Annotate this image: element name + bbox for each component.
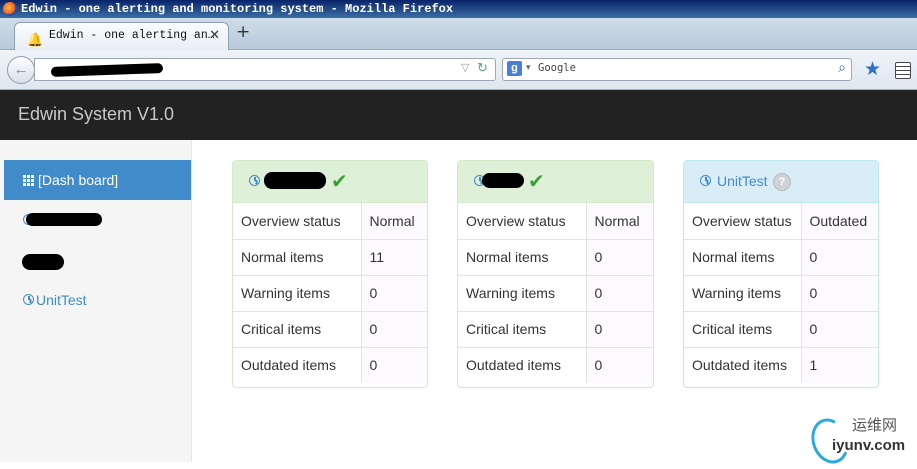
- table-row: Normal items 0: [458, 238, 653, 275]
- navigation-bar: ← ▽ ↻ g ▾ Google ⌕: [0, 50, 917, 90]
- redacted-title[interactable]: [264, 172, 326, 189]
- table-row: Warning items 0: [684, 274, 878, 311]
- window-title: Edwin - one alerting and monitoring syst…: [21, 2, 454, 16]
- row-label: Critical items: [458, 310, 587, 347]
- row-value: 0: [586, 310, 653, 347]
- question-icon: ?: [773, 173, 791, 191]
- table-row: Outdated items 0: [458, 346, 653, 383]
- row-value: 11: [361, 238, 427, 275]
- row-value: Outdated: [801, 203, 878, 239]
- firefox-icon: [3, 2, 17, 16]
- redacted-title[interactable]: [482, 173, 524, 188]
- row-value: 0: [586, 346, 653, 383]
- table-row: Warning items 0: [458, 274, 653, 311]
- engine-dropdown-icon[interactable]: ▾: [526, 62, 531, 73]
- sidebar-item-dashboard[interactable]: [Dash board]: [4, 160, 191, 200]
- watermark-cn-text: 运维网: [852, 416, 898, 434]
- app-header: Edwin System V1.0: [0, 90, 917, 140]
- row-label: Outdated items: [458, 346, 587, 383]
- watermark: 运维网 iyunv.com: [805, 410, 917, 469]
- row-label: Normal items: [458, 238, 587, 275]
- row-value: Normal: [361, 203, 427, 239]
- row-value: 0: [801, 274, 878, 311]
- row-label: Overview status: [458, 203, 587, 239]
- status-panel: UnitTest ? Overview status Outdated Norm…: [683, 160, 879, 388]
- panel-title-link[interactable]: UnitTest: [717, 173, 768, 189]
- browser-tab[interactable]: 🔔 Edwin - one alerting an… ✕: [14, 22, 229, 50]
- status-panel: ✔ Overview status Normal Normal items 11…: [232, 160, 428, 388]
- panel-heading: ✔: [458, 161, 653, 203]
- reload-icon[interactable]: ↻: [477, 60, 488, 76]
- row-value: 0: [801, 238, 878, 275]
- table-row: Outdated items 0: [233, 346, 427, 383]
- grid-icon: [23, 175, 34, 186]
- redacted-label: [26, 213, 102, 226]
- table-row: Normal items 11: [233, 238, 427, 275]
- search-icon[interactable]: ⌕: [838, 59, 846, 76]
- status-panel: ✔ Overview status Normal Normal items 0 …: [457, 160, 654, 388]
- bookmarks-menu-icon[interactable]: [895, 62, 911, 79]
- row-value: 0: [361, 310, 427, 347]
- row-label: Critical items: [233, 310, 362, 347]
- row-value: 0: [801, 310, 878, 347]
- status-table: Overview status Outdated Normal items 0 …: [684, 203, 878, 383]
- table-row: Critical items 0: [458, 310, 653, 347]
- row-label: Outdated items: [684, 346, 802, 383]
- tab-title: Edwin - one alerting an…: [49, 29, 215, 42]
- row-label: Warning items: [684, 274, 802, 311]
- back-button[interactable]: ←: [7, 56, 35, 84]
- table-row: Warning items 0: [233, 274, 427, 311]
- clock-icon: [23, 294, 34, 305]
- clock-icon: [700, 175, 711, 186]
- window-titlebar: Edwin - one alerting and monitoring syst…: [0, 0, 917, 18]
- sidebar: [Dash board] UnitTest: [0, 140, 192, 462]
- status-table: Overview status Normal Normal items 0 Wa…: [458, 203, 653, 383]
- redacted-label: [22, 254, 64, 270]
- row-label: Outdated items: [233, 346, 362, 383]
- check-icon: ✔: [528, 169, 545, 193]
- panel-heading: UnitTest ?: [684, 161, 878, 203]
- sidebar-item-redacted-2[interactable]: [4, 240, 191, 280]
- dropdown-arrow-icon[interactable]: ▽: [461, 61, 469, 74]
- row-value: Normal: [586, 203, 653, 239]
- search-bar[interactable]: g ▾ Google ⌕: [502, 58, 852, 81]
- row-label: Normal items: [684, 238, 802, 275]
- table-row: Overview status Normal: [458, 203, 653, 239]
- new-tab-button[interactable]: +: [236, 22, 250, 42]
- row-value: 0: [361, 346, 427, 383]
- table-row: Critical items 0: [684, 310, 878, 347]
- tab-strip: 🔔 Edwin - one alerting an… ✕: [0, 18, 917, 50]
- redacted-url: [50, 63, 164, 77]
- table-row: Critical items 0: [233, 310, 427, 347]
- row-value: 0: [586, 274, 653, 311]
- clock-icon: [249, 175, 260, 186]
- row-label: Warning items: [458, 274, 587, 311]
- table-row: Normal items 0: [684, 238, 878, 275]
- row-label: Overview status: [233, 203, 362, 239]
- url-bar[interactable]: ▽ ↻: [34, 58, 496, 81]
- close-tab-icon[interactable]: ✕: [209, 23, 220, 49]
- row-label: Warning items: [233, 274, 362, 311]
- google-icon[interactable]: g: [507, 61, 522, 76]
- row-label: Normal items: [233, 238, 362, 275]
- bookmark-star-icon[interactable]: ★: [864, 58, 881, 81]
- row-value: 0: [586, 238, 653, 275]
- row-value: 0: [361, 274, 427, 311]
- table-row: Overview status Normal: [233, 203, 427, 239]
- sidebar-item-label: UnitTest: [36, 292, 87, 308]
- table-row: Outdated items 1: [684, 346, 878, 383]
- status-table: Overview status Normal Normal items 11 W…: [233, 203, 427, 383]
- sidebar-item-redacted-1[interactable]: [4, 200, 191, 240]
- sidebar-item-unittest[interactable]: UnitTest: [4, 280, 191, 320]
- sidebar-item-label: [Dash board]: [38, 172, 119, 188]
- app-brand[interactable]: Edwin System V1.0: [18, 104, 174, 125]
- row-label: Overview status: [684, 203, 802, 239]
- watermark-en-text: iyunv.com: [832, 437, 906, 454]
- row-value: 1: [801, 346, 878, 383]
- table-row: Overview status Outdated: [684, 203, 878, 239]
- search-placeholder: Google: [538, 62, 576, 74]
- row-label: Critical items: [684, 310, 802, 347]
- panel-heading: ✔: [233, 161, 427, 203]
- check-icon: ✔: [331, 169, 348, 193]
